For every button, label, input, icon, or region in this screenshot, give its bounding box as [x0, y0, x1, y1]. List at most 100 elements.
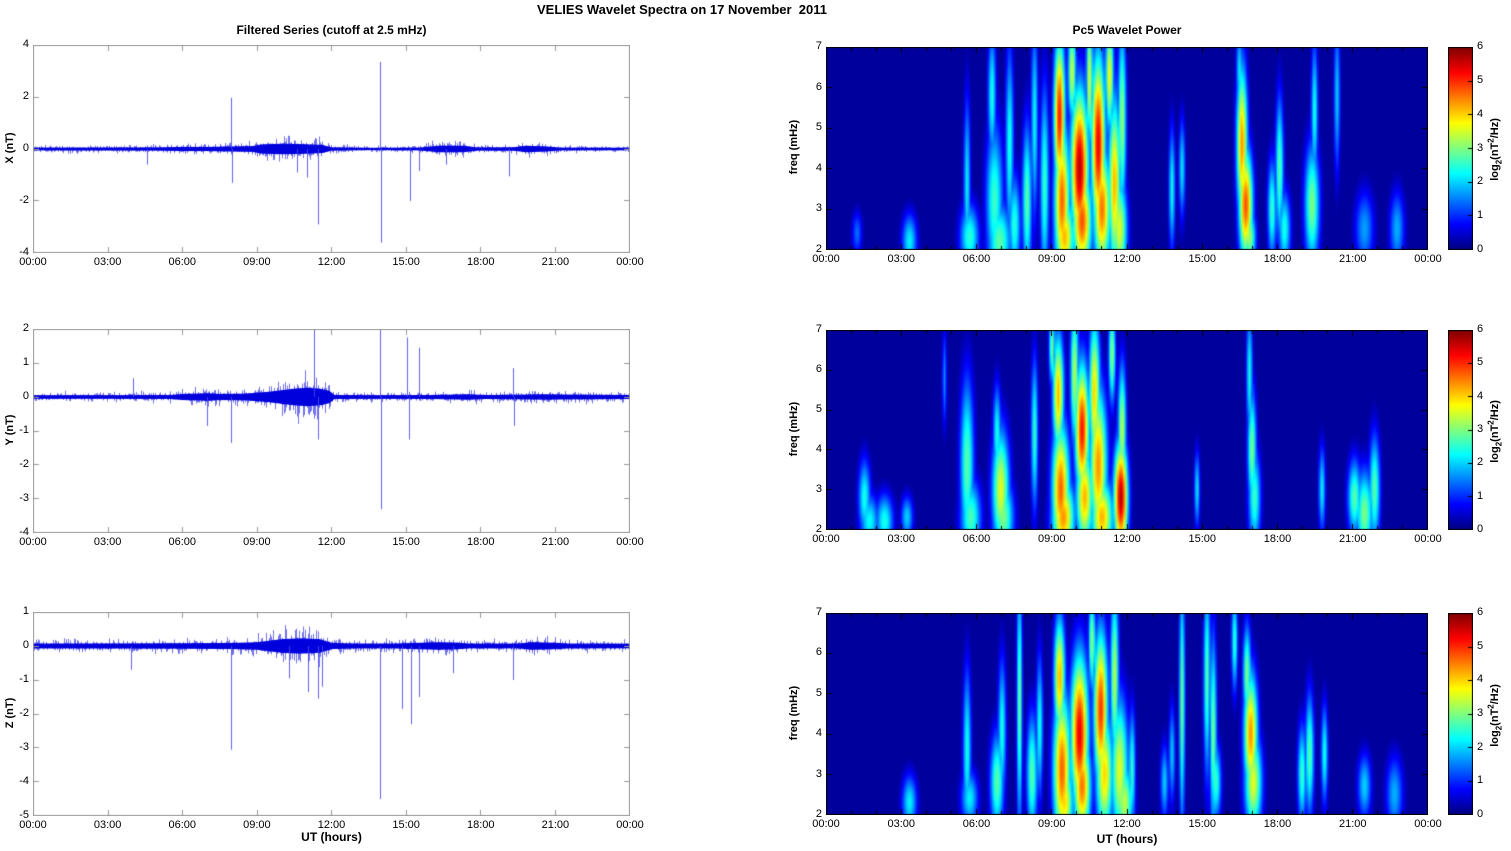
y-axis-tick-label: 2 [22, 322, 29, 334]
y-axis-tick-label: -5 [19, 809, 29, 821]
x-axis-tick-label: 00:00 [1414, 253, 1442, 265]
x-axis-tick-label: 18:00 [466, 256, 495, 268]
y-axis-tick-label: 2 [22, 90, 29, 102]
colorbar-bottom-canvas [1448, 613, 1473, 815]
x-axis-tick-label: 15:00 [1188, 533, 1217, 545]
colorbar-tick-label: 5 [1477, 73, 1484, 86]
y-axis-tick-label: 4 [815, 727, 822, 740]
x-axis-tick-label: 00:00 [1414, 533, 1442, 545]
x-axis-tick-label: 18:00 [1263, 818, 1292, 830]
y-axis-tick-label: 2 [815, 243, 822, 255]
colorbar-tick-label: 2 [1477, 456, 1484, 469]
x-axis-tick-label: 21:00 [1338, 253, 1367, 265]
right-column-title: Pc5 Wavelet Power [1072, 23, 1182, 37]
colorbar-tick-label: 0 [1477, 523, 1484, 535]
x-axis-tick-label: 09:00 [243, 256, 271, 268]
x-axis-tick-label: 09:00 [243, 819, 271, 831]
x-axis-tick-label: 12:00 [317, 819, 346, 831]
colorbar-tick-label: 5 [1477, 639, 1484, 652]
y-axis-tick-label: 0 [22, 639, 29, 651]
y-axis-tick-label: 1 [22, 356, 29, 368]
x-axis-tick-label: 18:00 [466, 819, 495, 831]
timeseries-y-canvas [33, 329, 630, 533]
colorbar-top-canvas [1448, 47, 1473, 250]
x-axis-tick-label: 00:00 [1414, 818, 1442, 830]
colorbar-tick-label: 6 [1477, 40, 1484, 52]
y-axis-tick-label: -3 [19, 492, 29, 504]
y-axis-tick-label: -2 [19, 707, 29, 719]
y-axis-tick-label: -4 [19, 526, 29, 538]
y-axis-tick-label: 3 [815, 202, 822, 215]
y-axis-tick-label: 6 [815, 363, 822, 375]
colorbar-tick-label: 6 [1477, 606, 1484, 618]
colorbar-tick-label: 1 [1477, 489, 1484, 502]
x-axis-tick-label: 12:00 [317, 536, 346, 548]
x-axis-tick-label: 03:00 [93, 536, 122, 548]
x-axis-tick-label: 09:00 [243, 536, 271, 548]
x-axis-tick-label: 21:00 [541, 256, 570, 268]
x-axis-tick-label: 03:00 [887, 818, 916, 830]
timeseries-x-canvas [33, 45, 630, 253]
colorbar-middle-canvas [1448, 330, 1473, 530]
colorbar-tick-label: 2 [1477, 740, 1484, 753]
colorbar-tick-label: 3 [1477, 707, 1484, 719]
x-axis-tick-label: 15:00 [392, 256, 420, 268]
y-axis-tick-label: -3 [19, 741, 29, 753]
x-axis-tick-label: 21:00 [1338, 533, 1367, 545]
y-axis-tick-label: -2 [19, 458, 29, 470]
colorbar-tick-label: 1 [1477, 209, 1484, 222]
x-axis-tick-label: 03:00 [887, 533, 916, 545]
y-axis-tick-label: 2 [815, 523, 822, 535]
figure: VELIES Wavelet Spectra on 17 November 20… [0, 0, 1511, 851]
y-axis-tick-label: 6 [815, 646, 822, 659]
y-axis-tick-label: 5 [815, 686, 822, 699]
colorbar-tick-label: 3 [1477, 423, 1484, 435]
y-axis-tick-label: 7 [815, 323, 822, 335]
x-axis-tick-label: 09:00 [1037, 253, 1066, 265]
colorbar-tick-label: 3 [1477, 141, 1484, 154]
y-axis-tick-label: 6 [815, 80, 822, 93]
y-axis-tick-label: 5 [815, 121, 822, 134]
y-axis-tick-label: 4 [815, 443, 822, 455]
x-axis-tick-label: 06:00 [168, 256, 197, 268]
left-column-title: Filtered Series (cutoff at 2.5 mHz) [236, 23, 427, 37]
colorbar-tick-label: 6 [1477, 323, 1484, 335]
y-axis-tick-label: 7 [815, 606, 822, 618]
x-axis-tick-label: 12:00 [1113, 818, 1141, 830]
y-axis-tick-label: -4 [19, 775, 29, 787]
x-axis-tick-label: 03:00 [887, 253, 916, 265]
xlabel-right: UT (hours) [1096, 832, 1158, 846]
x-axis-tick-label: 18:00 [1263, 253, 1292, 265]
spectrogram-z-canvas [826, 613, 1428, 815]
y-axis-tick-label: 1 [22, 605, 29, 617]
y-axis-tick-label: 0 [22, 142, 29, 154]
colorbar-tick-label: 4 [1477, 389, 1484, 402]
y-axis-tick-label: 4 [22, 38, 29, 50]
y-axis-tick-label: 4 [815, 161, 822, 174]
x-axis-tick-label: 03:00 [93, 819, 122, 831]
y-axis-tick-label: -4 [19, 246, 29, 258]
y-axis-tick-label: -2 [19, 194, 29, 206]
x-axis-tick-label: 15:00 [1188, 253, 1217, 265]
x-axis-tick-label: 12:00 [1113, 253, 1141, 265]
spectrogram-x-canvas [826, 47, 1428, 250]
x-axis-tick-label: 06:00 [962, 533, 991, 545]
x-axis-tick-label: 15:00 [392, 819, 420, 831]
x-axis-tick-label: 09:00 [1037, 818, 1066, 830]
spectrogram-y-canvas [826, 330, 1428, 530]
x-axis-tick-label: 06:00 [168, 536, 197, 548]
x-axis-tick-label: 18:00 [466, 536, 495, 548]
x-axis-tick-label: 06:00 [962, 818, 991, 830]
colorbar-tick-label: 0 [1477, 808, 1484, 820]
colorbar-tick-label: 5 [1477, 356, 1484, 369]
timeseries-z-canvas [33, 612, 630, 816]
x-axis-tick-label: 12:00 [1113, 533, 1141, 545]
colorbar-tick-label: 4 [1477, 107, 1484, 120]
y-axis-tick-label: -1 [19, 424, 29, 436]
x-axis-tick-label: 00:00 [616, 256, 644, 268]
x-axis-tick-label: 21:00 [1338, 818, 1367, 830]
x-axis-tick-label: 09:00 [1037, 533, 1066, 545]
colorbar-tick-label: 4 [1477, 673, 1484, 686]
x-axis-tick-label: 21:00 [541, 819, 570, 831]
y-axis-tick-label: -1 [19, 673, 29, 685]
